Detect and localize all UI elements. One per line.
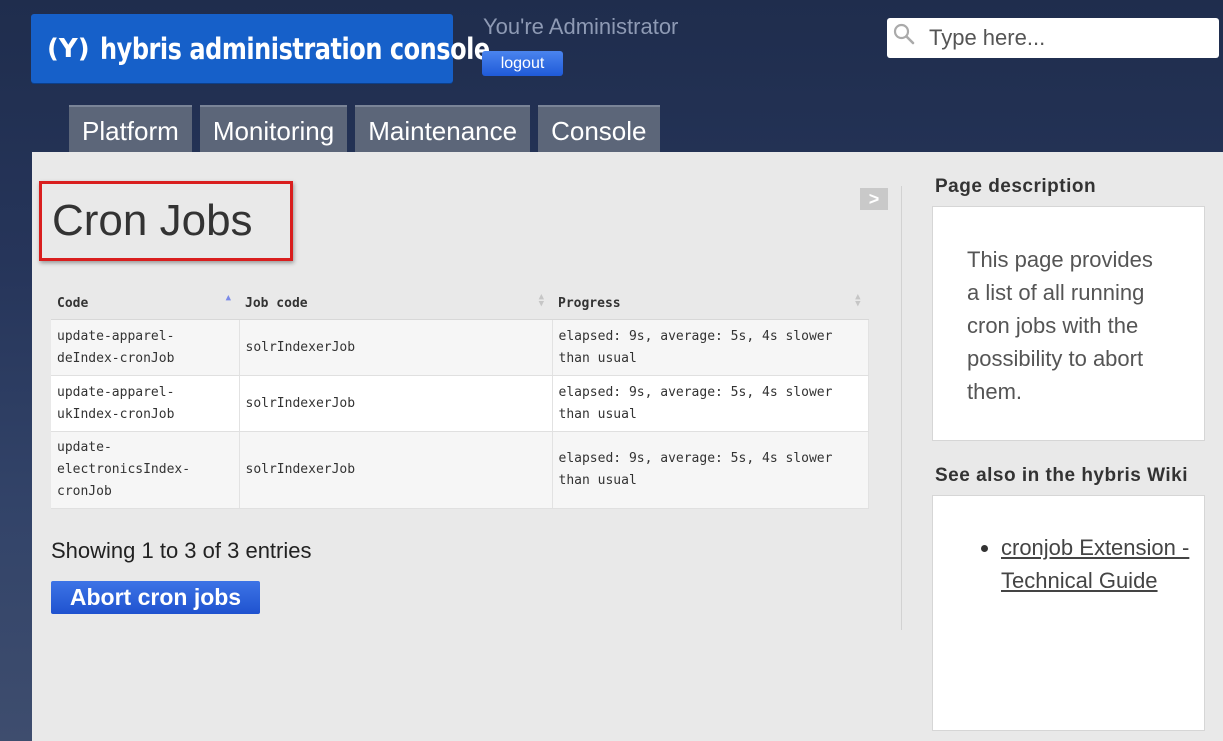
cell-job-code: solrIndexerJob: [239, 431, 553, 509]
collapse-sidebar-button[interactable]: >: [860, 188, 888, 210]
page-description-heading: Page description: [935, 176, 1097, 197]
tab-console[interactable]: Console: [538, 105, 660, 152]
list-item: cronjob Extension - Technical Guide: [1001, 531, 1204, 597]
column-header-job-code[interactable]: Job code ▲ ▼: [239, 288, 552, 320]
search-box[interactable]: [887, 18, 1219, 58]
table-row[interactable]: update-electronicsIndex-cronJob solrInde…: [51, 431, 869, 509]
column-header-label: Job code: [245, 296, 308, 311]
tab-maintenance[interactable]: Maintenance: [355, 105, 531, 152]
see-also-heading: See also in the hybris Wiki: [935, 465, 1189, 486]
table-row[interactable]: update-apparel-ukIndex-cronJob solrIndex…: [51, 375, 869, 432]
cron-jobs-table: Code ▲ Job code ▲ ▼ Progress ▲ ▼ update-ap…: [51, 288, 869, 509]
cell-progress: elapsed: 9s, average: 5s, 4s slower than…: [552, 431, 869, 509]
see-also-list: cronjob Extension - Technical Guide: [933, 496, 1204, 597]
logo-text: hybris administration console: [99, 31, 490, 66]
search-input[interactable]: [927, 24, 1211, 52]
see-also-box: cronjob Extension - Technical Guide: [932, 495, 1205, 731]
table-row[interactable]: update-apparel-deIndex-cronJob solrIndex…: [51, 319, 869, 376]
column-divider: [901, 186, 902, 630]
sort-both-icon: ▲ ▼: [538, 292, 544, 309]
table-header-row: Code ▲ Job code ▲ ▼ Progress ▲ ▼: [51, 288, 869, 320]
column-header-label: Code: [57, 296, 89, 311]
cell-code: update-apparel-deIndex-cronJob: [51, 319, 240, 376]
cell-job-code: solrIndexerJob: [239, 375, 553, 432]
cronjob-guide-link[interactable]: cronjob Extension - Technical Guide: [1001, 535, 1189, 593]
search-icon: [893, 23, 915, 45]
main-nav: Platform Monitoring Maintenance Console: [69, 105, 660, 152]
sort-ascending-icon: ▲: [225, 293, 231, 303]
tab-monitoring[interactable]: Monitoring: [199, 105, 348, 152]
abort-cron-jobs-button[interactable]: Abort cron jobs: [51, 581, 260, 614]
hybris-logo-icon: (Y): [47, 33, 90, 64]
logout-button[interactable]: logout: [482, 51, 563, 76]
column-header-code[interactable]: Code ▲: [51, 288, 239, 320]
title-highlight-box: [39, 181, 293, 261]
table-info: Showing 1 to 3 of 3 entries: [51, 538, 312, 563]
column-header-progress[interactable]: Progress ▲ ▼: [552, 288, 869, 320]
logo[interactable]: (Y) hybris administration console: [31, 14, 490, 83]
cell-progress: elapsed: 9s, average: 5s, 4s slower than…: [552, 375, 869, 432]
cell-code: update-apparel-ukIndex-cronJob: [51, 375, 240, 432]
cell-progress: elapsed: 9s, average: 5s, 4s slower than…: [552, 319, 869, 376]
page-description-text: This page provides a list of all running…: [967, 247, 1153, 404]
tab-platform[interactable]: Platform: [69, 105, 192, 152]
cell-code: update-electronicsIndex-cronJob: [51, 431, 240, 509]
page-description-box: This page provides a list of all running…: [932, 206, 1205, 441]
content-panel: Cron Jobs > Code ▲ Job code ▲ ▼ Progress …: [32, 152, 1223, 741]
sort-both-icon: ▲ ▼: [855, 292, 861, 309]
user-status: You're Administrator: [483, 14, 679, 39]
column-header-label: Progress: [558, 296, 621, 311]
cell-job-code: solrIndexerJob: [239, 319, 553, 376]
